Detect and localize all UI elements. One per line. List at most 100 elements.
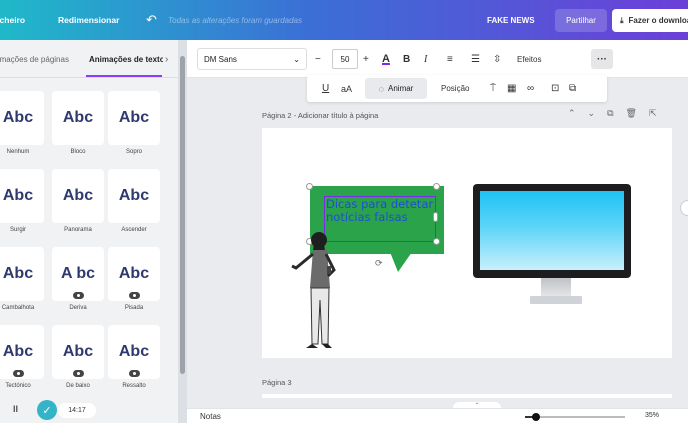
more-options-button[interactable]: ··· [591,49,613,69]
animation-tile[interactable]: Abc [0,247,44,301]
bubble-text[interactable]: Dicas para detetar notícias falsas [326,198,438,224]
animation-label: Tectónico [5,383,31,389]
pause-icon[interactable]: II [13,404,18,414]
text-color-button[interactable]: A [382,40,390,78]
animation-preview: Abc [62,343,94,360]
animation-preview: Abc [62,187,94,204]
font-select[interactable]: DM Sans ⌄ [197,48,307,70]
download-icon: ⤓ [620,15,624,25]
monitor-stand [541,278,571,296]
monitor-screen [480,191,624,270]
animation-label: Pisada [124,305,144,311]
chevron-down-icon[interactable]: ⌄ [588,108,596,122]
add-page-icon[interactable]: ⇱ [649,108,657,122]
animation-tile[interactable]: Abc [0,169,44,223]
animation-label: De baixo [66,383,90,389]
rotate-icon[interactable]: ⟳ [375,258,383,269]
chevron-right-icon[interactable]: › [165,40,168,78]
side-handle[interactable] [433,212,438,222]
trash-icon[interactable]: 🗑 [626,108,637,122]
bottom-bar: Notas 35% [187,408,688,423]
animation-preview: Abc [118,187,150,204]
animation-tile[interactable]: Abc [108,169,160,223]
download-label: Fazer o download [628,16,688,25]
page-actions: ⌃ ⌄ ⧉ 🗑 ⇱ [568,108,678,122]
crown-icon [129,370,140,377]
duplicate-icon[interactable]: ⧉ [569,75,576,102]
page-3-canvas[interactable] [262,394,672,398]
animation-tile[interactable]: Abc [52,169,104,223]
zoom-percentage[interactable]: 35% [645,412,659,419]
animation-label: Deriva [69,305,87,311]
font-size-input[interactable]: 50 [332,49,358,69]
animation-preview: Abc [2,343,34,360]
letter-case-button[interactable]: aA [341,75,352,102]
file-menu[interactable]: Ficheiro [0,0,25,40]
page-2-title[interactable]: Página 2 - Adicionar título à página [262,111,378,120]
secondary-toolbar: U aA ◌ Animar Posição ⍑ ▦ ∞ ⊡ ⧉ [307,75,607,102]
animation-label: Cambalhota [1,305,35,311]
tab-page-animations[interactable]: Animações de páginas [0,40,69,78]
download-button[interactable]: ⤓ Fazer o download [612,9,688,32]
link-icon[interactable]: ∞ [527,75,534,102]
zoom-slider[interactable] [525,413,625,421]
resize-handle[interactable] [433,238,440,245]
animation-label: Panorama [64,227,92,233]
panel-tabs: Animações de páginas Animações de texto … [0,40,178,78]
animation-label: Bloco [70,149,86,155]
notes-button[interactable]: Notas [200,412,221,421]
crown-icon [73,370,84,377]
animation-tile[interactable]: Abc [108,91,160,145]
animate-label: Animar [388,84,414,93]
resize-button[interactable]: Redimensionar [58,0,119,40]
list-icon[interactable]: ☰ [471,40,480,78]
align-left-icon[interactable]: ≡ [447,40,453,78]
panel-scrollbar[interactable] [178,40,187,423]
animations-panel: Animações de páginas Animações de texto … [0,40,178,423]
effects-button[interactable]: Efeitos [517,40,541,78]
copy-page-icon[interactable]: ⧉ [607,108,613,122]
transparency-icon[interactable]: ▦ [507,75,516,102]
increase-size-button[interactable]: + [363,40,369,78]
italic-button[interactable]: I [424,40,427,78]
zoom-slider-knob[interactable] [532,413,540,421]
animation-tile[interactable]: Abc [52,91,104,145]
animation-preview: Abc [2,265,34,282]
chevron-up-icon[interactable]: ⌃ [568,108,576,122]
position-button[interactable]: Posição [441,75,469,102]
animation-preview: Abc [118,343,150,360]
underline-button[interactable]: U [322,75,329,102]
undo-icon[interactable]: ↶ [146,0,157,40]
editor-toolbar: DM Sans ⌄ − 50 + A B I ≡ ☰ ⇳ Efeitos ··· [187,40,688,78]
page-3-title[interactable]: Página 3 [262,378,292,387]
bold-button[interactable]: B [403,40,410,78]
animation-label: Ressalto [122,383,146,389]
line-spacing-icon[interactable]: ⇳ [493,40,501,78]
tab-text-animations[interactable]: Animações de texto [89,40,163,78]
check-icon[interactable]: ✓ [37,400,57,420]
decrease-size-button[interactable]: − [315,40,321,78]
animation-preview: Abc [2,187,34,204]
lock-icon[interactable]: ⊡ [551,75,559,102]
design-title[interactable]: FAKE NEWS [487,0,535,40]
paint-roller-icon[interactable]: ⍑ [490,75,496,102]
animate-button[interactable]: ◌ Animar [365,78,427,99]
font-name: DM Sans [204,54,237,64]
speech-bubble-tail [390,252,412,272]
animation-preview: Abc [62,109,94,126]
chevron-down-icon: ⌄ [293,54,300,64]
animation-label: Sopro [125,149,142,155]
animation-label: Nenhum [6,149,30,155]
top-bar: Ficheiro Redimensionar ↶ Todas as altera… [0,0,688,40]
resize-handle[interactable] [433,183,440,190]
share-button[interactable]: Partilhar [555,9,607,32]
panel-toggle-handle[interactable] [680,200,688,216]
animation-label: Ascender [121,227,147,233]
crown-icon [129,292,140,299]
animation-label: Surgir [9,227,26,233]
animation-preview: Abc [118,265,150,282]
resize-handle[interactable] [306,183,313,190]
scrollbar-thumb[interactable] [180,56,185,374]
crown-icon [13,370,24,377]
animation-tile[interactable]: Abc [0,91,44,145]
